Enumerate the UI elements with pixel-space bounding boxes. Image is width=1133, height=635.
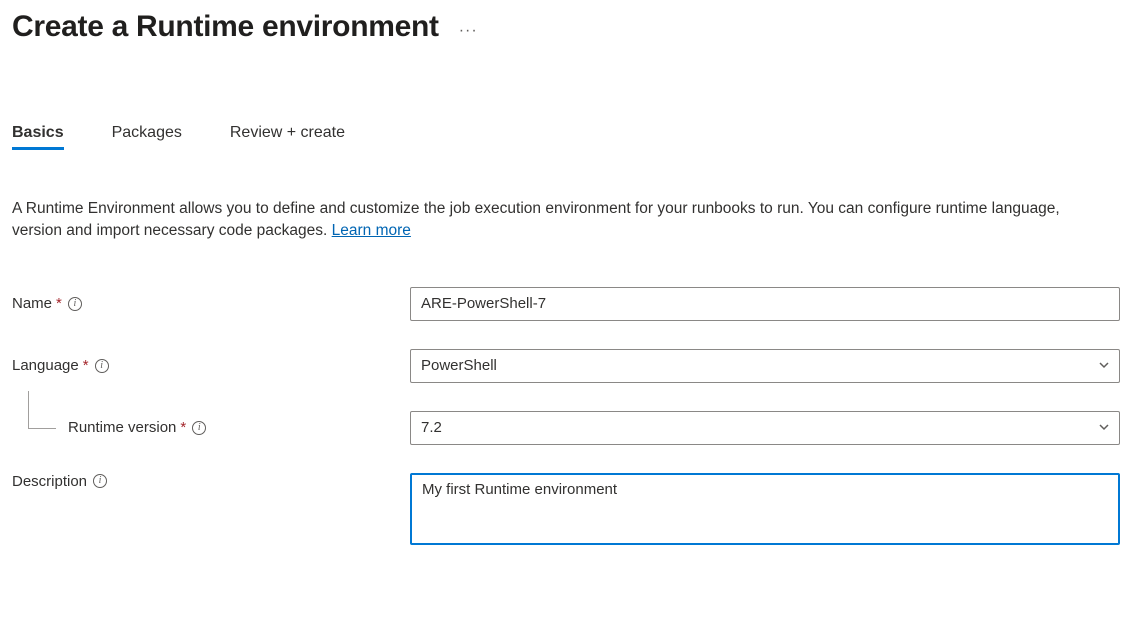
tab-review-create[interactable]: Review + create [230, 124, 345, 148]
tab-basics[interactable]: Basics [12, 124, 64, 148]
runtime-version-label: Runtime version * i [12, 419, 410, 436]
runtime-version-select[interactable]: 7.2 [410, 411, 1120, 445]
learn-more-link[interactable]: Learn more [332, 222, 411, 239]
required-star: * [180, 419, 186, 436]
intro-text: A Runtime Environment allows you to defi… [12, 198, 1112, 243]
info-icon[interactable]: i [93, 474, 107, 488]
tab-packages[interactable]: Packages [112, 124, 182, 148]
more-options-icon[interactable]: ··· [459, 14, 478, 40]
description-textarea[interactable] [410, 473, 1120, 545]
intro-body: A Runtime Environment allows you to defi… [12, 200, 1060, 239]
required-star: * [56, 295, 62, 312]
info-icon[interactable]: i [192, 421, 206, 435]
name-label: Name * i [12, 295, 410, 312]
language-label: Language * i [12, 357, 410, 374]
language-select[interactable]: PowerShell [410, 349, 1120, 383]
page-title: Create a Runtime environment [12, 10, 439, 44]
info-icon[interactable]: i [68, 297, 82, 311]
indent-connector [28, 391, 56, 429]
info-icon[interactable]: i [95, 359, 109, 373]
name-input[interactable] [410, 287, 1120, 321]
description-label: Description i [12, 473, 410, 490]
required-star: * [83, 357, 89, 374]
tabs-bar: Basics Packages Review + create [12, 124, 1121, 148]
